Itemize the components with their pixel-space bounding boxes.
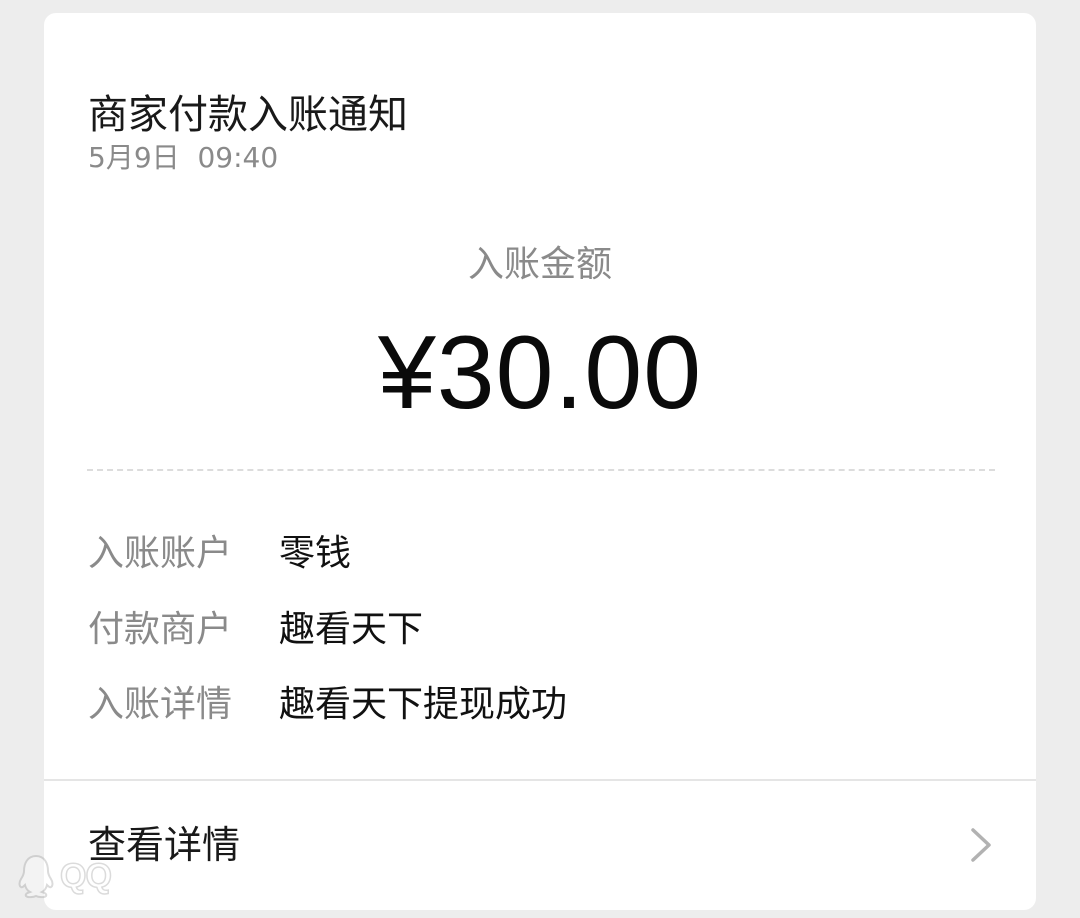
- notification-title: 商家付款入账通知: [88, 92, 408, 138]
- detail-key: 入账详情: [88, 684, 233, 725]
- detail-value: 趣看天下: [279, 609, 424, 650]
- amount-value: ¥30.00: [377, 315, 703, 431]
- detail-row-description: 入账详情 趣看天下提现成功: [88, 677, 567, 725]
- watermark-text: QQ: [59, 856, 112, 896]
- view-details-button[interactable]: 查看详情: [44, 781, 1036, 910]
- amount-label: 入账金额: [467, 244, 612, 285]
- detail-row-merchant: 付款商户 趣看天下: [88, 602, 423, 650]
- detail-value: 趣看天下提现成功: [279, 684, 568, 725]
- chevron-right-icon: [971, 828, 991, 862]
- detail-key: 付款商户: [88, 609, 233, 650]
- qq-penguin-icon: [18, 854, 54, 899]
- notification-date: 5月9日: [88, 141, 180, 174]
- dashed-divider: [87, 469, 995, 471]
- detail-row-account: 入账账户 零钱: [88, 526, 351, 574]
- detail-value: 零钱: [279, 533, 352, 574]
- notification-time: 09:40: [197, 141, 279, 174]
- notification-timestamp: 5月9日 09:40: [88, 141, 278, 175]
- notification-card: 商家付款入账通知 5月9日 09:40 入账金额 ¥30.00 入账账户 零钱 …: [44, 13, 1036, 910]
- qq-watermark: QQ: [16, 852, 136, 900]
- detail-key: 入账账户: [88, 533, 233, 574]
